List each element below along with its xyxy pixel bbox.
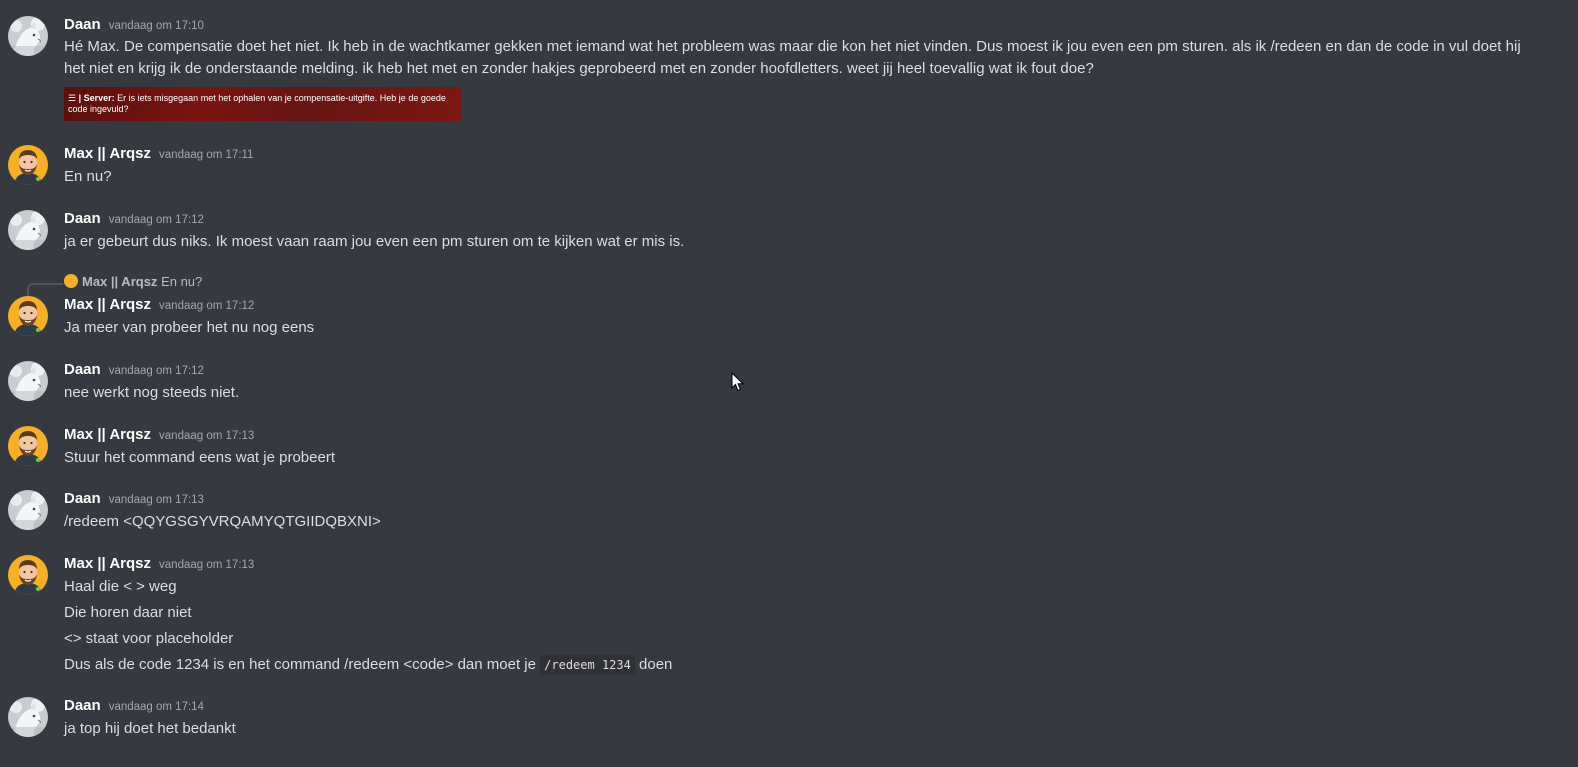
reply-reference[interactable]: Max || Arqsz En nu? [64, 274, 202, 289]
embed-prefix: | Server: [78, 93, 115, 103]
avatar[interactable] [8, 490, 48, 530]
message-header: Daan vandaag om 17:13 [64, 490, 204, 508]
avatar[interactable] [8, 296, 48, 336]
message-header: Daan vandaag om 17:12 [64, 361, 204, 379]
timestamp: vandaag om 17:13 [159, 430, 255, 442]
message-header: Daan vandaag om 17:12 [64, 210, 204, 228]
snowy-wolf-avatar-icon [8, 490, 48, 530]
message-text: /redeem <QQYGSGYVRQAMYQTGIIDQBXNI> [64, 513, 381, 530]
avatar[interactable] [8, 145, 48, 185]
bearded-man-avatar-icon [8, 555, 48, 595]
username[interactable]: Daan [64, 490, 101, 507]
timestamp: vandaag om 17:12 [108, 365, 204, 377]
bearded-man-avatar-icon [64, 274, 78, 288]
username[interactable]: Max || Arqsz [64, 555, 151, 572]
timestamp: vandaag om 17:13 [159, 559, 255, 571]
username[interactable]: Daan [64, 210, 101, 227]
message-text: Ja meer van probeer het nu nog eens [64, 319, 315, 336]
message-header: Max || Arqsz vandaag om 17:13 [64, 555, 254, 573]
username[interactable]: Daan [64, 16, 101, 33]
username[interactable]: Max || Arqsz [64, 296, 151, 313]
inline-code: /redeem 1234 [540, 655, 635, 675]
mouse-pointer-icon [731, 372, 745, 392]
message-text: Haal die < > weg [64, 578, 177, 595]
message-header: Max || Arqsz vandaag om 17:13 [64, 426, 254, 444]
message-text: ja er gebeurt dus niks. Ik moest vaan ra… [64, 233, 685, 250]
message-header: Daan vandaag om 17:14 [64, 697, 204, 715]
timestamp: vandaag om 17:14 [108, 701, 204, 713]
message-text: nee werkt nog steeds niet. [64, 384, 240, 401]
embed-image[interactable]: ☰ | Server: Er is iets misgegaan met het… [64, 87, 462, 121]
menu-icon: ☰ [68, 93, 77, 103]
message-text: Dus als de code 1234 is en het command /… [64, 655, 673, 675]
timestamp: vandaag om 17:13 [108, 494, 204, 506]
message-text: ja top hij doet het bedankt [64, 720, 236, 737]
avatar[interactable] [8, 16, 48, 56]
username[interactable]: Max || Arqsz [64, 426, 151, 443]
snowy-wolf-avatar-icon [8, 210, 48, 250]
message-text: Hé Max. De compensatie doet het niet. Ik… [64, 38, 1521, 77]
embed-text: Er is iets misgegaan met het ophalen van… [68, 93, 446, 114]
bearded-man-avatar-icon [8, 426, 48, 466]
bearded-man-avatar-icon [8, 145, 48, 185]
message-text: Stuur het command eens wat je probeert [64, 449, 335, 466]
snowy-wolf-avatar-icon [8, 697, 48, 737]
timestamp: vandaag om 17:12 [108, 214, 204, 226]
snowy-wolf-avatar-icon [8, 16, 48, 56]
reply-author: Max || Arqsz [82, 274, 158, 289]
message-header: Max || Arqsz vandaag om 17:12 [64, 296, 254, 314]
avatar[interactable] [8, 210, 48, 250]
snowy-wolf-avatar-icon [8, 361, 48, 401]
reply-spine [27, 283, 63, 297]
username[interactable]: Max || Arqsz [64, 145, 151, 162]
bearded-man-avatar-icon [8, 296, 48, 336]
timestamp: vandaag om 17:11 [159, 149, 254, 161]
avatar[interactable] [8, 555, 48, 595]
message-text-part: Dus als de code 1234 is en het command /… [64, 656, 536, 673]
message-text: En nu? [64, 168, 112, 185]
avatar[interactable] [8, 426, 48, 466]
message-header: Daan vandaag om 17:10 [64, 16, 204, 34]
username[interactable]: Daan [64, 361, 101, 378]
avatar[interactable] [8, 361, 48, 401]
message-header: Max || Arqsz vandaag om 17:11 [64, 145, 253, 163]
reply-text: En nu? [161, 274, 203, 289]
timestamp: vandaag om 17:12 [159, 300, 255, 312]
message-text-part: doen [639, 656, 673, 673]
timestamp: vandaag om 17:10 [108, 20, 204, 32]
avatar[interactable] [8, 697, 48, 737]
message-text: Die horen daar niet [64, 604, 192, 621]
username[interactable]: Daan [64, 697, 101, 714]
message-text: <> staat voor placeholder [64, 630, 234, 647]
